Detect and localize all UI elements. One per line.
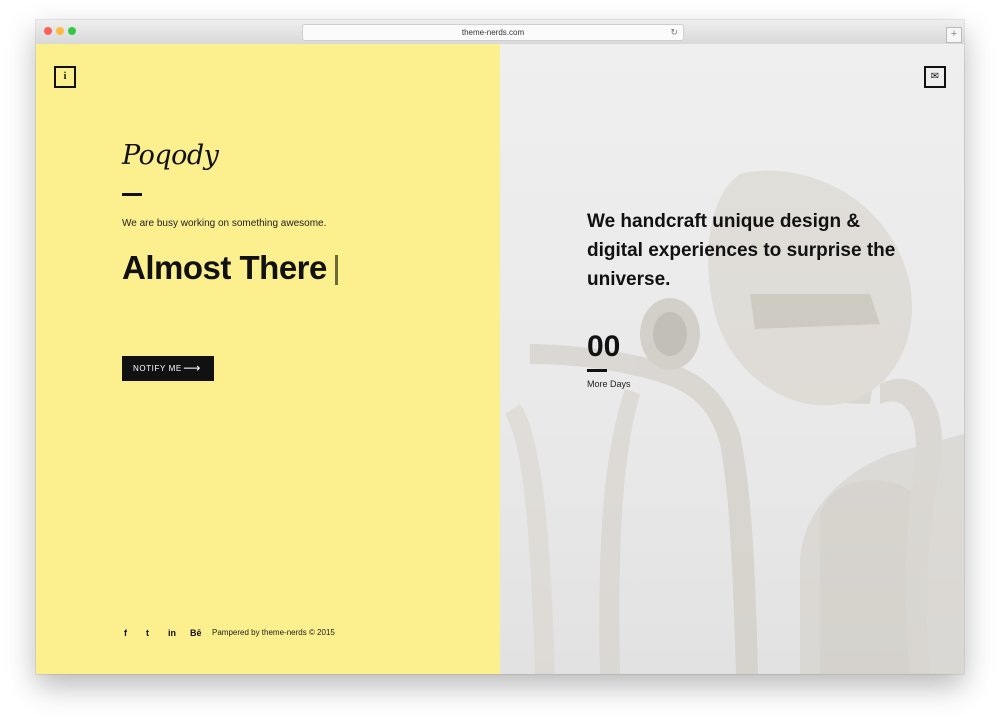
address-text: theme-nerds.com [461, 28, 525, 37]
linkedin-icon[interactable]: in [168, 628, 176, 638]
figure-image [505, 170, 964, 674]
minimize-window-button[interactable] [56, 27, 64, 35]
info-icon[interactable]: i [54, 66, 76, 88]
countdown-divider [587, 369, 607, 372]
right-panel: ✉ We handcraft unique design & digital e… [500, 44, 964, 674]
new-tab-button[interactable]: + [946, 27, 962, 43]
tagline: We are busy working on something awesome… [122, 218, 327, 229]
arrow-right-icon: ⟶ [183, 361, 201, 375]
logo-divider [122, 193, 142, 196]
notify-me-button[interactable]: NOTIFY ME ⟶ [122, 356, 214, 381]
maximize-window-button[interactable] [68, 27, 76, 35]
countdown-value: 00 [587, 330, 621, 363]
page-title: Almost There [122, 249, 327, 286]
mail-icon[interactable]: ✉ [924, 66, 946, 88]
statement-text: We handcraft unique design & digital exp… [587, 211, 896, 290]
page-content: i Poqody We are busy working on somethin… [36, 44, 964, 674]
browser-chrome: theme-nerds.com ↻ + [36, 20, 964, 45]
logo: Poqody [122, 140, 219, 171]
countdown-label: More Days [587, 379, 631, 389]
notify-label: NOTIFY ME [133, 364, 182, 373]
left-panel: i Poqody We are busy working on somethin… [36, 44, 500, 674]
typing-cursor [335, 255, 338, 285]
behance-icon[interactable]: Bē [190, 628, 202, 638]
close-window-button[interactable] [44, 27, 52, 35]
facebook-icon[interactable]: f [124, 628, 127, 638]
credit-text: Pampered by theme-nerds © 2015 [212, 628, 335, 637]
browser-window: theme-nerds.com ↻ + i Poqody We are busy… [36, 20, 964, 674]
address-bar[interactable]: theme-nerds.com ↻ [302, 24, 684, 41]
reload-icon[interactable]: ↻ [670, 25, 678, 40]
twitter-icon[interactable]: t [146, 628, 149, 638]
